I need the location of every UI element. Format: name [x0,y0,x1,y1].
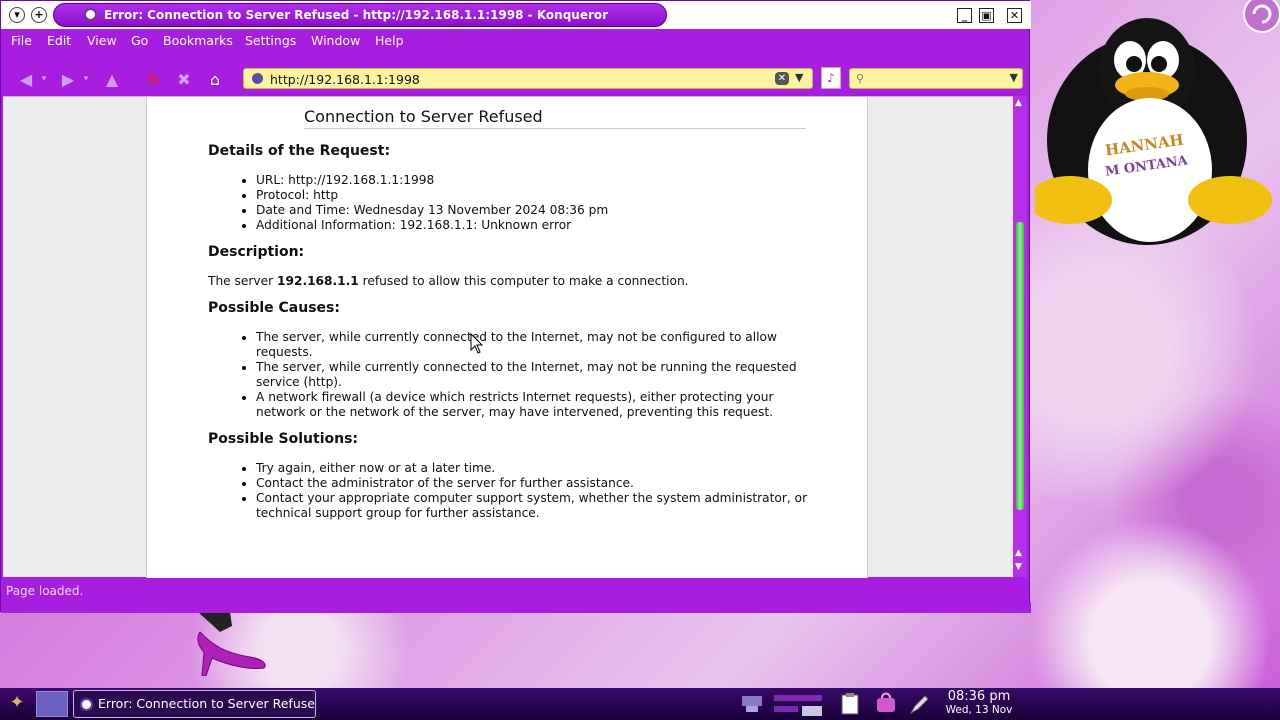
details-list: URL: http://192.168.1.1:1998 Protocol: h… [256,173,816,233]
globe-icon [252,73,263,84]
forward-icon[interactable]: ▶ [57,69,79,89]
window-title-text: Error: Connection to Server Refused - ht… [104,8,609,22]
menu-file[interactable]: File [11,33,32,48]
causes-title: Possible Causes: [208,300,340,316]
causes-list: The server, while currently connected to… [256,330,816,420]
solutions-list: Try again, either now or at a later time… [256,461,816,521]
cause-item: The server, while currently connected to… [256,330,816,360]
url-history-dropdown-icon[interactable]: ▼ [795,71,803,84]
tux-penguin-wallpaper: HANNAH M ONTANA [1035,18,1272,245]
mouse-cursor-icon [470,333,484,354]
high-heel-wallpaper [197,612,266,676]
details-item: Date and Time: Wednesday 13 November 202… [256,203,816,218]
minimize-button[interactable]: _ [957,8,972,23]
menu-help[interactable]: Help [375,33,404,48]
menu-settings[interactable]: Settings [245,33,296,48]
solutions-title: Possible Solutions: [208,431,359,447]
back-history-icon[interactable]: ▾ [39,69,49,89]
reload-icon[interactable]: ↻ [143,69,165,89]
bookmark-icon[interactable]: ♪ [821,67,841,89]
solution-item: Contact the administrator of the server … [256,476,816,491]
toolbar: ◀ ▾ ▶ ▾ ▲ ↻ ✖ ⌂ http://192.168.1.1:1998 … [3,53,1029,97]
kmenu-icon[interactable]: ✦ [4,692,30,716]
clear-url-icon[interactable]: ✕ [775,72,789,85]
content-area: Connection to Server Refused Details of … [3,96,1013,578]
details-item: Protocol: http [256,188,816,203]
desktop-pager[interactable] [772,692,828,716]
search-icon: ⚲ [856,72,865,85]
scroll-thumb[interactable] [1016,222,1024,510]
back-icon[interactable]: ◀ [15,69,37,89]
search-field[interactable]: ⚲ ▼ [849,68,1023,89]
cause-item: The server, while currently connected to… [256,360,816,390]
stop-icon[interactable]: ✖ [173,69,195,89]
sticky-button[interactable]: + [31,7,47,23]
page-heading: Connection to Server Refused [304,107,806,129]
home-icon[interactable]: ⌂ [203,69,227,89]
menu-edit[interactable]: Edit [47,33,71,48]
menu-window[interactable]: Window [311,33,360,48]
window-title[interactable]: Error: Connection to Server Refused - ht… [53,3,667,27]
file-manager-icon[interactable] [36,691,68,717]
details-item: Additional Information: 192.168.1.1: Unk… [256,218,816,233]
clock-time: 08:36 pm [947,689,1011,704]
description-title: Description: [208,244,305,260]
solution-item: Try again, either now or at a later time… [256,461,816,476]
maximize-button[interactable]: ▣ [979,8,994,23]
details-item: URL: http://192.168.1.1:1998 [256,173,816,188]
taskbar: ✦ Error: Connection to Server Refused 08… [0,688,1280,720]
pager-icon[interactable] [740,692,764,716]
menu-view[interactable]: View [87,33,117,48]
url-input[interactable]: http://192.168.1.1:1998 [270,72,420,87]
details-title: Details of the Request: [208,143,391,159]
search-dropdown-icon[interactable]: ▼ [1010,71,1018,84]
scroll-up-lower-icon[interactable]: ▲ [1015,548,1022,558]
menu-bookmarks[interactable]: Bookmarks [163,33,233,48]
clock-date: Wed, 13 Nov [945,704,1013,716]
cause-item: A network firewall (a device which restr… [256,390,816,420]
server-address: 192.168.1.1 [277,274,359,288]
window-bottom-border [1,602,1031,613]
menu-bar: File Edit View Go Bookmarks Settings Win… [3,29,1029,53]
window-menu-button[interactable]: ▾ [9,7,25,23]
up-icon[interactable]: ▲ [101,69,123,89]
location-bar[interactable]: http://192.168.1.1:1998 ✕ ▼ [243,68,813,89]
forward-history-icon[interactable]: ▾ [81,69,91,89]
scroll-down-icon[interactable]: ▼ [1015,562,1022,572]
description-text: The server 192.168.1.1 refused to allow … [208,274,689,288]
close-button[interactable]: ✕ [1007,8,1022,23]
network-icon[interactable] [874,692,898,716]
solution-item: Contact your appropriate computer suppor… [256,491,816,521]
error-page: Connection to Server Refused Details of … [146,97,868,578]
pen-tool-icon[interactable] [908,692,932,716]
scroll-up-icon[interactable]: ▲ [1015,98,1022,108]
clipboard-icon[interactable] [838,692,862,716]
status-bar: Page loaded. [3,580,1029,602]
konqueror-icon [80,698,93,711]
title-bar: ▾ + Error: Connection to Server Refused … [1,1,1031,29]
clock[interactable]: 08:36 pm Wed, 13 Nov [936,689,1022,717]
taskbar-window-button[interactable]: Error: Connection to Server Refused [73,690,316,718]
menu-go[interactable]: Go [131,33,148,48]
konqueror-icon [84,8,97,21]
